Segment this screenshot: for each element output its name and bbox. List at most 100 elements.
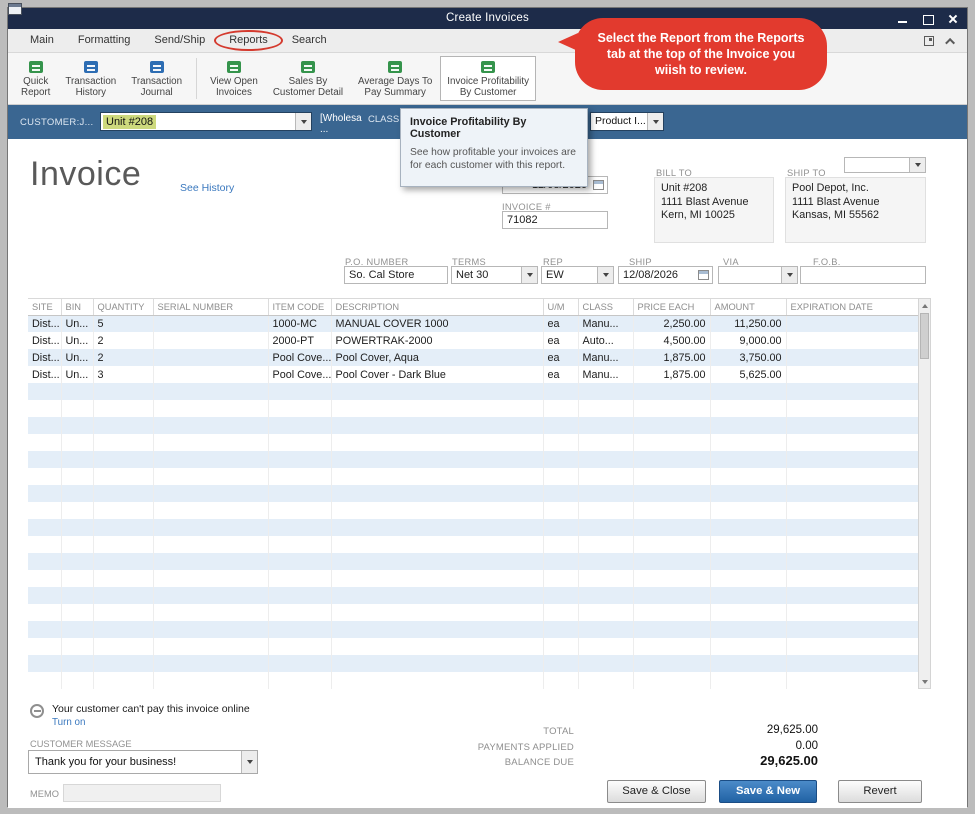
empty-cell[interactable] [633,638,710,655]
empty-table-row[interactable] [28,434,918,451]
po-number-field[interactable]: So. Cal Store [344,266,448,284]
cell-price-each[interactable]: 1,875.00 [633,349,710,366]
tab-search[interactable]: Search [280,29,339,52]
empty-cell[interactable] [61,468,93,485]
empty-cell[interactable] [578,502,633,519]
empty-cell[interactable] [153,485,268,502]
empty-cell[interactable] [153,519,268,536]
empty-table-row[interactable] [28,553,918,570]
empty-cell[interactable] [28,536,61,553]
empty-cell[interactable] [93,468,153,485]
empty-cell[interactable] [786,417,918,434]
empty-cell[interactable] [93,553,153,570]
empty-cell[interactable] [61,417,93,434]
chevron-down-icon[interactable] [781,267,797,283]
empty-cell[interactable] [331,536,543,553]
empty-cell[interactable] [633,570,710,587]
empty-cell[interactable] [710,434,786,451]
empty-cell[interactable] [28,400,61,417]
cell-bin[interactable]: Un... [61,349,93,366]
empty-cell[interactable] [543,502,578,519]
empty-cell[interactable] [93,604,153,621]
empty-cell[interactable] [786,570,918,587]
empty-cell[interactable] [153,570,268,587]
empty-cell[interactable] [578,621,633,638]
empty-cell[interactable] [786,604,918,621]
empty-cell[interactable] [710,638,786,655]
cell-um[interactable]: ea [543,349,578,366]
cell-item-code[interactable]: 2000-PT [268,332,331,349]
cell-class[interactable]: Manu... [578,366,633,383]
average-days-to-pay-button[interactable]: Average Days To Pay Summary [351,56,439,101]
table-row[interactable]: Dist... Un... 2 Pool Cove... Pool Cover,… [28,349,918,366]
empty-cell[interactable] [578,638,633,655]
cell-expiration[interactable] [786,332,918,349]
cell-um[interactable]: ea [543,332,578,349]
cell-um[interactable]: ea [543,366,578,383]
empty-cell[interactable] [28,451,61,468]
cell-quantity[interactable]: 2 [93,349,153,366]
cell-um[interactable]: ea [543,315,578,332]
empty-cell[interactable] [153,434,268,451]
empty-cell[interactable] [633,417,710,434]
empty-cell[interactable] [786,383,918,400]
empty-cell[interactable] [786,553,918,570]
empty-cell[interactable] [543,604,578,621]
empty-cell[interactable] [786,485,918,502]
cell-serial[interactable] [153,366,268,383]
empty-cell[interactable] [543,536,578,553]
empty-cell[interactable] [710,536,786,553]
empty-cell[interactable] [331,417,543,434]
empty-cell[interactable] [268,621,331,638]
empty-cell[interactable] [28,570,61,587]
empty-cell[interactable] [153,553,268,570]
empty-cell[interactable] [331,468,543,485]
empty-cell[interactable] [786,434,918,451]
empty-table-row[interactable] [28,638,918,655]
empty-cell[interactable] [28,587,61,604]
empty-cell[interactable] [543,383,578,400]
chevron-down-icon[interactable] [909,158,925,172]
empty-cell[interactable] [578,468,633,485]
empty-cell[interactable] [578,570,633,587]
customer-job-dropdown[interactable]: Unit #208 [100,112,312,131]
empty-cell[interactable] [786,536,918,553]
ship-date-field[interactable]: 12/08/2026 [618,266,713,284]
invoice-number-field[interactable]: 71082 [502,211,608,229]
empty-cell[interactable] [786,655,918,672]
minimize-icon[interactable] [897,13,909,25]
empty-cell[interactable] [710,383,786,400]
empty-cell[interactable] [153,400,268,417]
empty-cell[interactable] [93,502,153,519]
empty-cell[interactable] [61,553,93,570]
empty-cell[interactable] [268,434,331,451]
empty-cell[interactable] [331,655,543,672]
empty-cell[interactable] [633,672,710,689]
empty-cell[interactable] [710,672,786,689]
empty-cell[interactable] [28,672,61,689]
empty-cell[interactable] [61,383,93,400]
empty-cell[interactable] [633,621,710,638]
customer-message-dropdown[interactable]: Thank you for your business! [28,750,258,774]
empty-table-row[interactable] [28,383,918,400]
calendar-icon[interactable] [698,270,709,280]
empty-cell[interactable] [93,587,153,604]
empty-cell[interactable] [543,621,578,638]
cell-item-code[interactable]: Pool Cove... [268,349,331,366]
transaction-journal-button[interactable]: Transaction Journal [124,56,189,101]
empty-cell[interactable] [28,383,61,400]
empty-cell[interactable] [153,672,268,689]
empty-cell[interactable] [331,604,543,621]
empty-cell[interactable] [268,536,331,553]
empty-cell[interactable] [28,468,61,485]
empty-cell[interactable] [61,655,93,672]
empty-cell[interactable] [710,400,786,417]
empty-cell[interactable] [28,604,61,621]
cell-site[interactable]: Dist... [28,349,61,366]
empty-cell[interactable] [633,468,710,485]
empty-cell[interactable] [93,434,153,451]
cell-price-each[interactable]: 4,500.00 [633,332,710,349]
revert-button[interactable]: Revert [838,780,922,803]
empty-cell[interactable] [93,536,153,553]
empty-cell[interactable] [28,638,61,655]
